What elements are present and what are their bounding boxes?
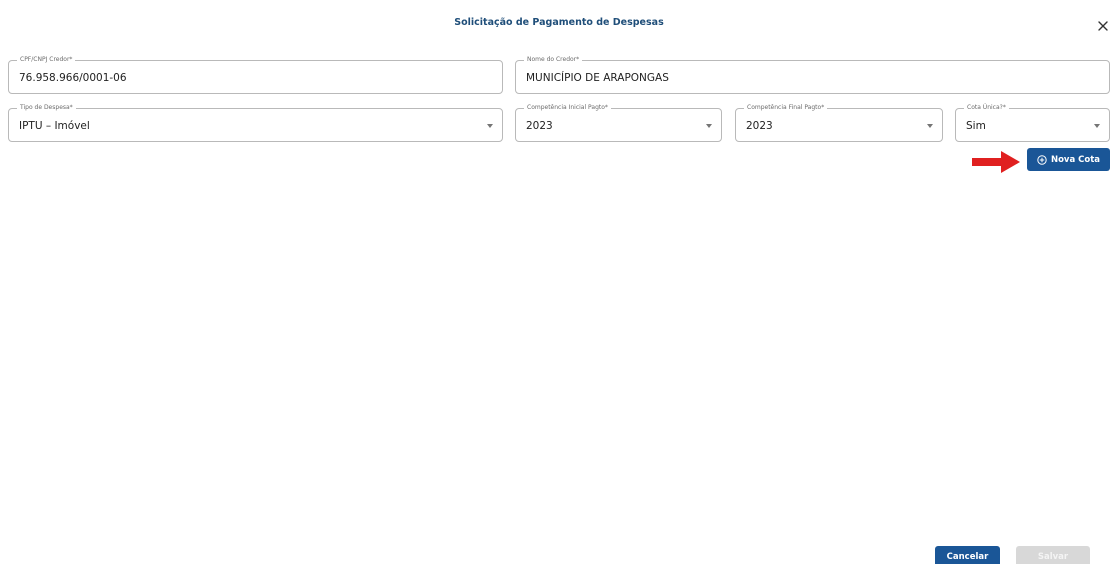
cpf-cnpj-label: CPF/CNPJ Credor* — [17, 55, 76, 65]
initial-competence-select[interactable]: Competência Inicial Pagto* 2023 — [515, 103, 722, 142]
final-competence-label: Competência Final Pagto* — [744, 103, 828, 113]
new-quota-label: Nova Cota — [1050, 154, 1101, 165]
single-quota-value: Sim — [966, 120, 986, 132]
new-quota-button[interactable]: Nova Cota — [1027, 148, 1110, 171]
dialog-title: Solicitação de Pagamento de Despesas — [454, 17, 664, 28]
cpf-cnpj-value: 76.958.966/0001-06 — [19, 72, 127, 84]
cancel-button[interactable]: Cancelar — [935, 546, 1000, 564]
credor-name-label: Nome do Credor* — [524, 55, 583, 65]
chevron-down-icon — [706, 124, 712, 128]
initial-competence-value: 2023 — [526, 120, 553, 132]
close-icon — [1098, 21, 1108, 31]
plus-circle-icon — [1037, 154, 1047, 165]
cpf-cnpj-field[interactable]: CPF/CNPJ Credor* 76.958.966/0001-06 — [8, 55, 503, 94]
expense-type-value: IPTU – Imóvel — [19, 120, 90, 132]
save-button[interactable]: Salvar — [1016, 546, 1090, 564]
red-arrow-icon — [972, 151, 1020, 173]
close-button[interactable] — [1094, 17, 1112, 35]
credor-name-value: MUNICÍPIO DE ARAPONGAS — [526, 72, 669, 84]
single-quota-select[interactable]: Cota Única?* Sim — [955, 103, 1110, 142]
expense-payment-dialog: Solicitação de Pagamento de Despesas CPF… — [0, 0, 1118, 564]
single-quota-label: Cota Única?* — [964, 103, 1009, 113]
initial-competence-label: Competência Inicial Pagto* — [524, 103, 611, 113]
final-competence-select[interactable]: Competência Final Pagto* 2023 — [735, 103, 943, 142]
chevron-down-icon — [487, 124, 493, 128]
expense-type-label: Tipo de Despesa* — [17, 103, 76, 113]
final-competence-value: 2023 — [746, 120, 773, 132]
expense-type-select[interactable]: Tipo de Despesa* IPTU – Imóvel — [8, 103, 503, 142]
chevron-down-icon — [1094, 124, 1100, 128]
credor-name-field[interactable]: Nome do Credor* MUNICÍPIO DE ARAPONGAS — [515, 55, 1110, 94]
chevron-down-icon — [927, 124, 933, 128]
